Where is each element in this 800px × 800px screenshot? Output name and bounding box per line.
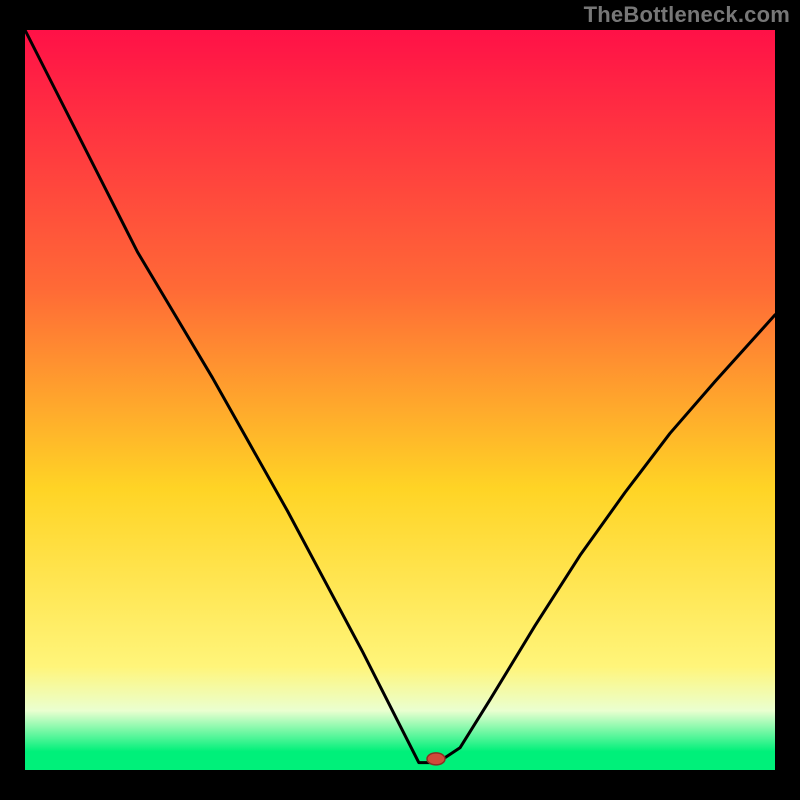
chart-stage: TheBottleneck.com [0,0,800,800]
minimum-marker [427,753,445,765]
plot-background [25,30,775,770]
watermark-text: TheBottleneck.com [584,2,790,28]
bottleneck-chart [0,0,800,800]
